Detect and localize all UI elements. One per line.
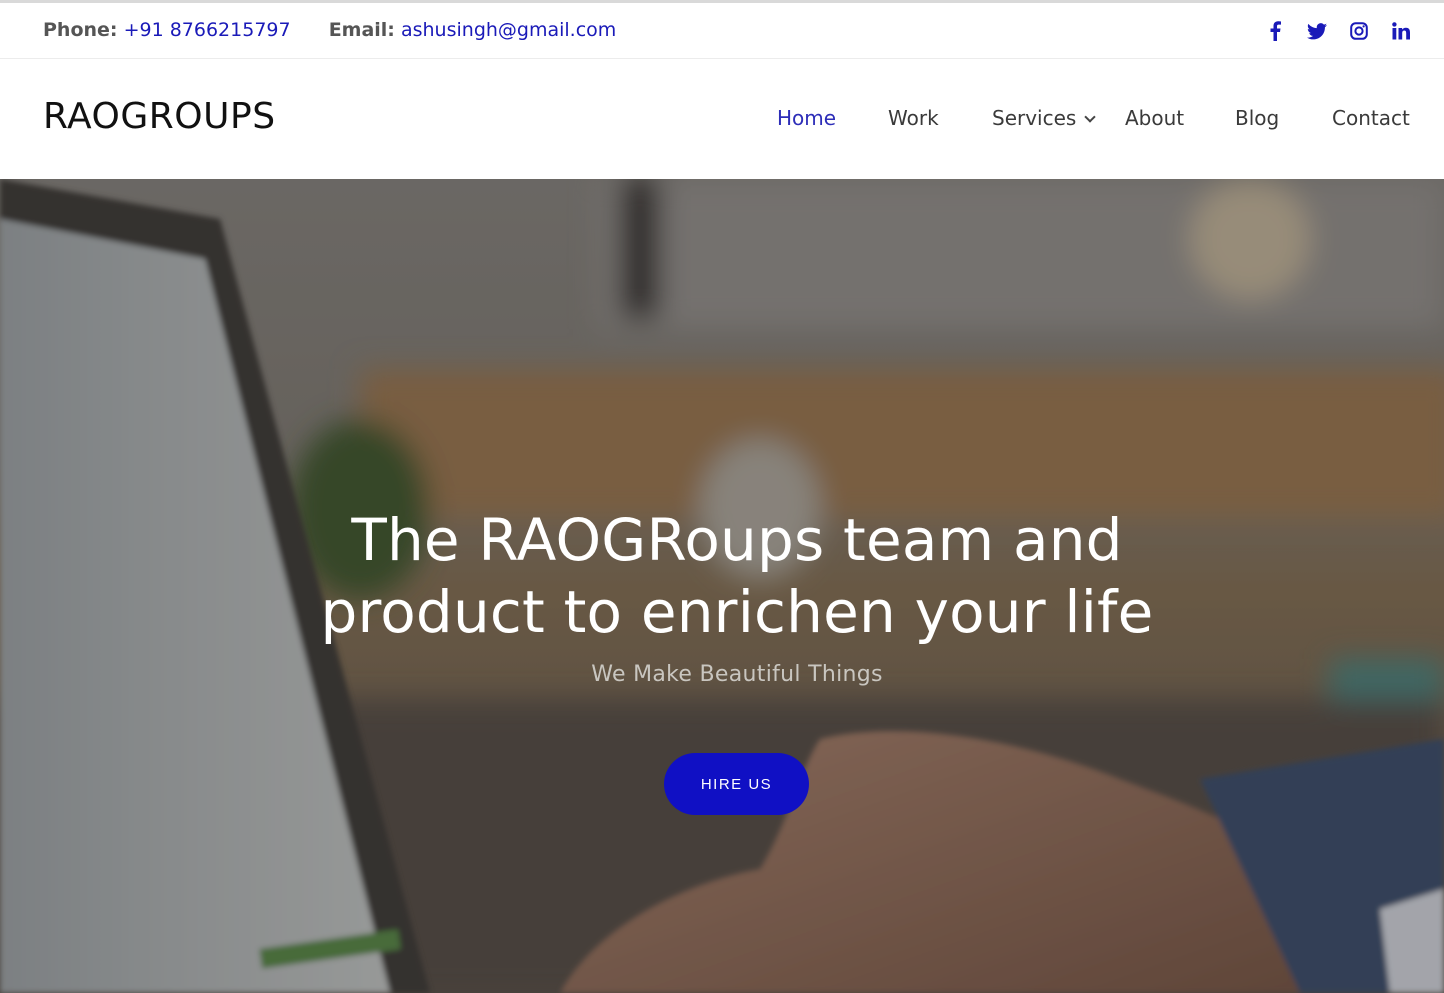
instagram-icon[interactable] [1338,17,1380,45]
twitter-icon[interactable] [1296,17,1338,45]
phone-label: Phone: [43,19,118,41]
hero-headline-line1: The RAOGRoups team and [351,506,1123,574]
hire-us-button[interactable]: HIRE US [664,753,809,815]
nav-about[interactable]: About [1125,106,1184,130]
hero-headline: The RAOGRoups team and product to enrich… [0,504,1444,648]
social-links [1254,17,1422,45]
email-address[interactable]: ashusingh@gmail.com [401,19,616,41]
site-header: RAOGROUPS Home Work Services About Blog … [0,59,1444,179]
chevron-down-icon [1084,111,1097,123]
linkedin-icon[interactable] [1380,17,1422,45]
nav-services[interactable]: Services [992,106,1097,130]
hero-headline-line2: product to enrichen your life [320,578,1154,646]
nav-blog[interactable]: Blog [1235,106,1279,130]
nav-work[interactable]: Work [888,106,939,130]
contact-info: Phone: +91 8766215797 Email: ashusingh@g… [43,19,616,41]
contact-bar: Phone: +91 8766215797 Email: ashusingh@g… [0,3,1444,59]
email-label: Email: [328,19,395,41]
hero-section: The RAOGRoups team and product to enrich… [0,179,1444,993]
phone-number[interactable]: +91 8766215797 [124,19,291,41]
nav-home[interactable]: Home [777,106,836,130]
facebook-icon[interactable] [1254,17,1296,45]
nav-contact[interactable]: Contact [1332,106,1410,130]
hero-subtitle: We Make Beautiful Things [591,662,883,687]
main-nav: Home Work Services About Blog Contact [0,106,1444,136]
nav-services-label: Services [992,106,1077,130]
